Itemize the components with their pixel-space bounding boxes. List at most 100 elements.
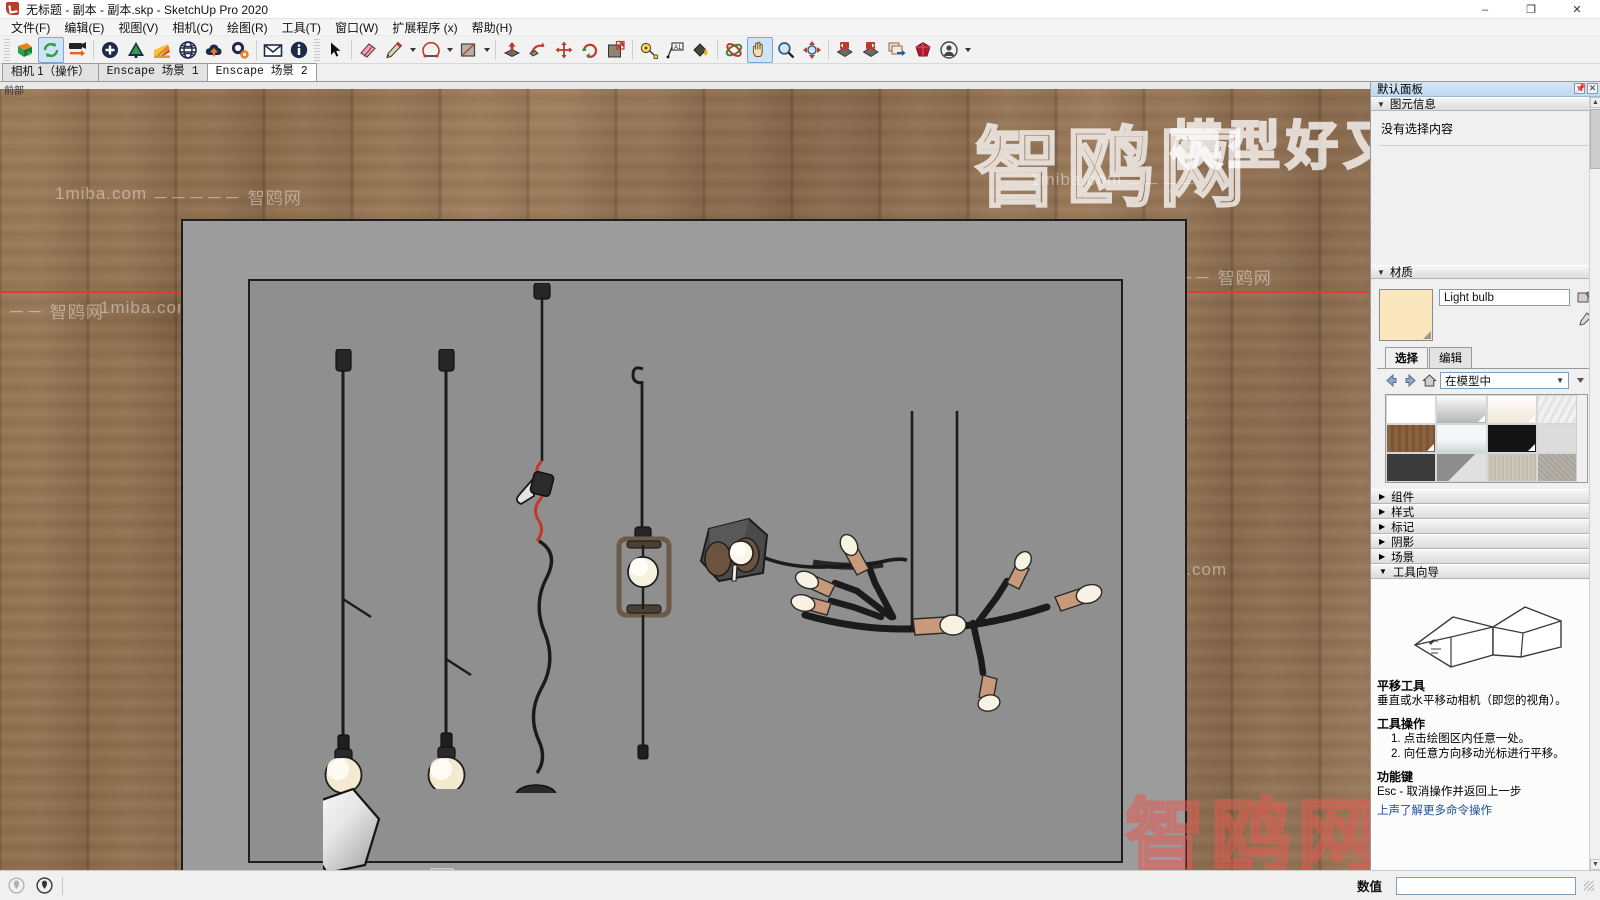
material-swatch-cell[interactable] xyxy=(1486,395,1537,424)
menu-draw[interactable]: 绘图(R) xyxy=(220,18,275,37)
rectangle-icon[interactable] xyxy=(455,37,481,63)
info-circle-icon[interactable] xyxy=(286,37,312,63)
drawing-canvas[interactable]: 前部 智鸥网 模型好又多 智鸥网 1miba.com －－－－ 1miba.co… xyxy=(0,82,1370,870)
material-tab-select[interactable]: 选择 xyxy=(1385,347,1428,368)
zoom-magnifier-icon[interactable] xyxy=(773,37,799,63)
globe-sphere-icon[interactable] xyxy=(175,37,201,63)
ruby-console-icon[interactable] xyxy=(910,37,936,63)
details-arrow-icon[interactable] xyxy=(1572,373,1588,389)
scene-tab-enscape-2[interactable]: Enscape 场景 2 xyxy=(206,63,317,81)
sync-refresh-icon[interactable] xyxy=(38,36,64,63)
branch-chandelier[interactable] xyxy=(783,411,1143,781)
arrow-left-icon[interactable] xyxy=(1383,373,1399,389)
scene-tab-camera-1[interactable]: 相机 1（操作） xyxy=(2,63,99,81)
pencil-dropdown-caret-icon[interactable] xyxy=(407,37,418,63)
material-library-select[interactable]: 在模型中 ▼ xyxy=(1440,372,1569,389)
pendant-lamp-plain[interactable] xyxy=(425,349,515,789)
menu-view[interactable]: 视图(V) xyxy=(111,18,165,37)
sidebar-item-instructor[interactable]: ▼ 工具向导 xyxy=(1371,564,1600,579)
paint-bucket-icon[interactable] xyxy=(688,37,714,63)
info-circle-icon-status[interactable] xyxy=(34,876,54,896)
arc-icon[interactable] xyxy=(418,37,444,63)
panel-scrollbar[interactable]: ▲ ▼ xyxy=(1589,97,1600,870)
minimize-button[interactable]: – xyxy=(1462,0,1508,19)
material-tab-edit[interactable]: 编辑 xyxy=(1429,347,1472,368)
tree-vegetation-icon[interactable] xyxy=(123,37,149,63)
pencil-line-icon[interactable] xyxy=(381,37,407,63)
toolbar-grip-2[interactable] xyxy=(314,38,320,61)
panel-scroll-thumb[interactable] xyxy=(1590,109,1600,169)
close-button[interactable]: ✕ xyxy=(1554,0,1600,19)
material-swatches-icon[interactable] xyxy=(149,37,175,63)
menu-window[interactable]: 窗口(W) xyxy=(328,18,385,37)
follow-me-icon[interactable] xyxy=(525,37,551,63)
tape-measure-icon[interactable] xyxy=(636,37,662,63)
zoom-extents-icon[interactable] xyxy=(799,37,825,63)
arc-dropdown-caret-icon[interactable] xyxy=(444,37,455,63)
panel-close-icon[interactable]: ✕ xyxy=(1587,83,1598,94)
scroll-up-arrow-icon[interactable]: ▲ xyxy=(1590,97,1600,108)
section-entity-info-label: 图元信息 xyxy=(1389,99,1436,111)
sketchup-extension-warehouse-icon[interactable] xyxy=(12,37,38,63)
sidebar-item-scenes[interactable]: ▶ 场景 ✕ xyxy=(1371,549,1600,564)
panel-pin-icon[interactable]: 📌 xyxy=(1574,83,1586,94)
toolbar-grip[interactable] xyxy=(4,38,10,61)
material-swatch-cell[interactable] xyxy=(1386,453,1437,482)
instructor-step-1: 1. 点击绘图区内任意一处。 xyxy=(1391,733,1531,745)
arrow-right-icon[interactable] xyxy=(1402,373,1418,389)
rectangle-dropdown-caret-icon[interactable] xyxy=(481,37,492,63)
material-swatch-cell[interactable] xyxy=(1436,453,1487,482)
scene-tab-enscape-1[interactable]: Enscape 场景 1 xyxy=(97,63,208,81)
layout-export-icon[interactable] xyxy=(884,37,910,63)
menu-camera[interactable]: 相机(C) xyxy=(165,18,220,37)
menu-edit[interactable]: 编辑(E) xyxy=(57,18,111,37)
window-title: 无标题 - 副本 - 副本.skp - SketchUp Pro 2020 xyxy=(26,2,269,17)
account-dropdown-caret-icon[interactable] xyxy=(962,37,973,63)
scroll-down-arrow-icon[interactable]: ▼ xyxy=(1590,859,1600,870)
move-icon[interactable] xyxy=(551,37,577,63)
rotate-icon[interactable] xyxy=(577,37,603,63)
sidebar-item-styles[interactable]: ▶ 样式 ✕ xyxy=(1371,504,1600,519)
transfer-arrows-icon[interactable] xyxy=(64,37,90,63)
vcb-input[interactable] xyxy=(1396,876,1576,895)
sidebar-item-shadows[interactable]: ▶ 阴影 ✕ xyxy=(1371,534,1600,549)
account-user-icon[interactable] xyxy=(936,37,962,63)
instructor-section2-title: 功能键 xyxy=(1377,770,1414,784)
material-library-value: 在模型中 xyxy=(1445,375,1491,388)
material-swatch-cell[interactable] xyxy=(1486,453,1537,482)
menu-extensions[interactable]: 扩展程序 (x) xyxy=(385,18,464,37)
material-swatch-cell[interactable] xyxy=(1386,424,1437,453)
menu-file[interactable]: 文件(F) xyxy=(4,18,57,37)
menu-tools[interactable]: 工具(T) xyxy=(275,18,328,37)
sidebar-item-components[interactable]: ▶ 组件 ✕ xyxy=(1371,489,1600,504)
material-swatch-cell[interactable] xyxy=(1386,395,1437,424)
maximize-button[interactable]: ❐ xyxy=(1508,0,1554,19)
material-swatch-preview[interactable] xyxy=(1379,289,1433,341)
geo-location-icon[interactable] xyxy=(6,876,26,896)
resize-grip[interactable] xyxy=(1584,880,1594,891)
pan-hand-icon[interactable] xyxy=(747,36,773,63)
orbit-icon[interactable] xyxy=(721,37,747,63)
scale-icon[interactable] xyxy=(603,37,629,63)
text-label-icon[interactable]: A1 xyxy=(662,37,688,63)
sidebar-item-tags[interactable]: ▶ 标记 ✕ xyxy=(1371,519,1600,534)
home-icon[interactable] xyxy=(1421,373,1437,389)
section-materials-header[interactable]: ▼ 材质 ✕ xyxy=(1371,265,1600,279)
select-arrow-icon[interactable] xyxy=(322,37,348,63)
scene-previous-icon[interactable] xyxy=(832,37,858,63)
cloud-upload-icon[interactable] xyxy=(201,37,227,63)
material-name-input[interactable]: Light bulb xyxy=(1439,289,1570,306)
menu-help[interactable]: 帮助(H) xyxy=(465,18,520,37)
section-entity-info-header[interactable]: ▼ 图元信息 ✕ xyxy=(1371,97,1600,111)
swatch-scrollbar[interactable] xyxy=(1576,395,1587,482)
eraser-icon[interactable] xyxy=(355,37,381,63)
settings-gears-icon[interactable] xyxy=(227,37,253,63)
email-envelope-icon[interactable] xyxy=(260,37,286,63)
instructor-more-link[interactable]: 上声了解更多命令操作 xyxy=(1377,804,1594,819)
scene-next-icon[interactable] xyxy=(858,37,884,63)
push-pull-icon[interactable] xyxy=(499,37,525,63)
material-swatch-cell[interactable] xyxy=(1436,424,1487,453)
add-asset-icon[interactable] xyxy=(97,37,123,63)
material-swatch-cell[interactable] xyxy=(1436,395,1487,424)
material-swatch-cell[interactable] xyxy=(1486,424,1537,453)
